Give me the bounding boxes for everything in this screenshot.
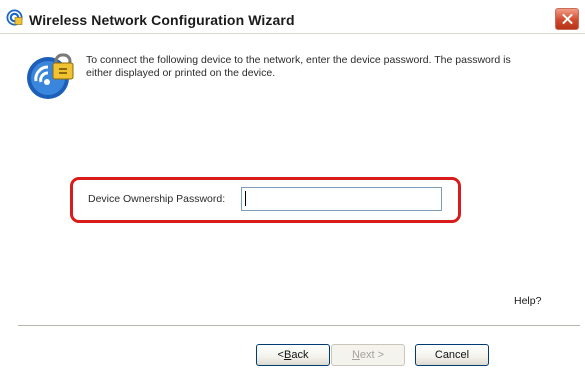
instructions-text: To connect the following device to the n… (86, 54, 511, 79)
back-button-label: ack (291, 349, 309, 361)
title-bar: Wireless Network Configuration Wizard (0, 0, 585, 32)
close-icon[interactable] (555, 8, 579, 30)
next-button[interactable]: Next > (331, 344, 405, 366)
footer-separator (18, 325, 580, 327)
window-title: Wireless Network Configuration Wizard (29, 12, 295, 28)
password-label: Device Ownership Password: (88, 193, 226, 205)
device-password-input[interactable] (241, 187, 442, 211)
next-button-accelerator: N (351, 349, 360, 361)
next-button-label: ext > (359, 349, 385, 361)
title-separator (0, 33, 585, 34)
help-link[interactable]: Help? (514, 295, 541, 307)
back-button[interactable]: < Back (256, 344, 330, 366)
cancel-button-label: Cancel (434, 349, 470, 361)
wireless-lock-icon (27, 53, 74, 99)
cancel-button[interactable]: Cancel (415, 344, 489, 366)
text-caret (245, 191, 246, 206)
back-button-accelerator: B (283, 349, 292, 361)
wizard-title-icon (6, 9, 23, 26)
